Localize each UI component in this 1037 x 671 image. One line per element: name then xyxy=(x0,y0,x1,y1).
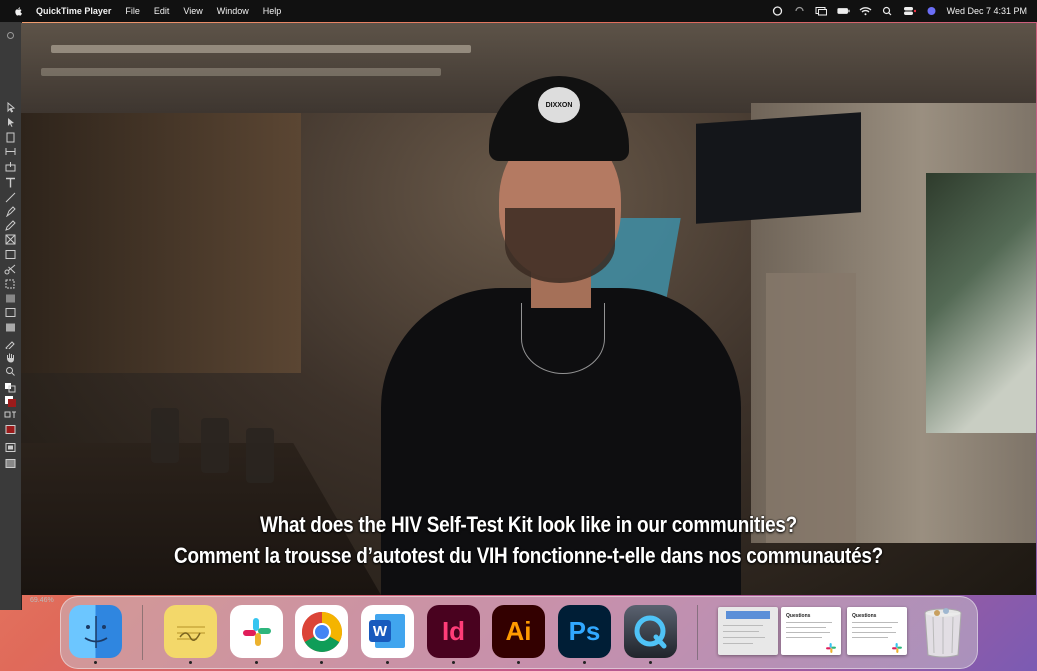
gap-tool-icon[interactable] xyxy=(4,146,17,157)
video-door xyxy=(766,273,856,543)
siri-icon[interactable] xyxy=(925,6,938,16)
screen-mirroring-icon[interactable] xyxy=(815,6,828,16)
running-indicator xyxy=(386,661,389,664)
indesign-icon[interactable]: Id xyxy=(427,605,480,658)
word-icon[interactable]: W xyxy=(361,605,414,658)
menu-app-name[interactable]: QuickTime Player xyxy=(36,6,111,16)
menu-bar: QuickTime Player File Edit View Window H… xyxy=(0,0,1037,22)
default-fill-stroke-icon[interactable] xyxy=(4,382,17,393)
video-chair xyxy=(246,428,274,483)
selection-tool-icon[interactable] xyxy=(4,102,17,113)
dock-separator xyxy=(697,605,698,660)
pen-tool-icon[interactable] xyxy=(4,206,17,217)
wifi-icon[interactable] xyxy=(859,6,872,16)
person-necklace xyxy=(521,303,605,374)
trash-icon[interactable] xyxy=(916,605,969,658)
document-title: Questions xyxy=(852,613,877,619)
apple-icon[interactable] xyxy=(12,5,24,17)
view-mode-icon[interactable] xyxy=(4,442,17,453)
video-wall-left xyxy=(21,113,301,373)
slack-badge-icon xyxy=(891,641,903,653)
sync-icon[interactable] xyxy=(793,6,806,16)
document-title: Questions xyxy=(786,613,811,619)
running-indicator xyxy=(649,661,652,664)
word-letter: W xyxy=(369,620,391,642)
menu-view[interactable]: View xyxy=(183,6,202,16)
menu-help[interactable]: Help xyxy=(263,6,282,16)
folder-tab xyxy=(726,611,770,619)
gradient-feather-tool-icon[interactable] xyxy=(4,307,17,318)
line-tool-icon[interactable] xyxy=(4,192,17,203)
menu-clock[interactable]: Wed Dec 7 4:31 PM xyxy=(947,6,1027,16)
running-indicator xyxy=(320,661,323,664)
hand-tool-icon[interactable] xyxy=(4,352,17,363)
fill-stroke-swatch-icon[interactable] xyxy=(4,396,17,407)
eyedropper-tool-icon[interactable] xyxy=(4,338,17,349)
menu-file[interactable]: File xyxy=(125,6,140,16)
zoom-level-readout: 69.46% xyxy=(30,597,54,604)
subtitle-line-english: What does the HIV Self-Test Kit look lik… xyxy=(260,512,797,537)
spotlight-search-icon[interactable] xyxy=(881,6,894,16)
zoom-tool-icon[interactable] xyxy=(4,366,17,377)
rectangle-tool-icon[interactable] xyxy=(4,249,17,260)
content-collector-icon[interactable] xyxy=(4,161,17,172)
subtitles: What does the HIV Self-Test Kit look lik… xyxy=(21,509,1036,571)
person-beard xyxy=(505,208,615,283)
running-indicator xyxy=(189,661,192,664)
page-tool-icon[interactable] xyxy=(4,132,17,143)
panel-gear-icon[interactable] xyxy=(4,30,17,41)
illustrator-letters: Ai xyxy=(505,616,532,646)
video-painting xyxy=(926,173,1036,433)
pencil-tool-icon[interactable] xyxy=(4,220,17,231)
control-center-icon[interactable] xyxy=(903,6,916,16)
photoshop-icon[interactable]: Ps xyxy=(558,605,611,658)
chrome-icon[interactable] xyxy=(295,605,348,658)
indesign-letters: Id xyxy=(441,616,466,646)
scissors-tool-icon[interactable] xyxy=(4,264,17,275)
dock-separator xyxy=(142,605,143,660)
running-indicator xyxy=(94,661,97,664)
menu-edit[interactable]: Edit xyxy=(154,6,170,16)
downloads-stack[interactable] xyxy=(718,607,778,655)
ceiling-light xyxy=(51,45,471,53)
type-tool-icon[interactable] xyxy=(4,177,17,188)
screen-mode-icon[interactable] xyxy=(4,458,17,469)
finder-icon[interactable] xyxy=(69,605,122,658)
cap-logo: DIXXON xyxy=(538,87,580,123)
apply-color-icon[interactable] xyxy=(4,424,17,435)
video-chair xyxy=(201,418,229,473)
rectangle-frame-tool-icon[interactable] xyxy=(4,234,17,245)
running-indicator xyxy=(517,661,520,664)
menu-window[interactable]: Window xyxy=(217,6,249,16)
running-indicator xyxy=(583,661,586,664)
direct-selection-tool-icon[interactable] xyxy=(4,117,17,128)
running-indicator xyxy=(255,661,258,664)
free-transform-tool-icon[interactable] xyxy=(4,278,17,289)
illustrator-icon[interactable]: Ai xyxy=(492,605,545,658)
gradient-swatch-tool-icon[interactable] xyxy=(4,293,17,304)
tools-panel xyxy=(0,22,22,610)
slack-badge-icon xyxy=(825,641,837,653)
slack-icon[interactable] xyxy=(230,605,283,658)
note-tool-icon[interactable] xyxy=(4,322,17,333)
recent-document[interactable]: Questions xyxy=(781,607,841,655)
formatting-container-icon[interactable] xyxy=(4,410,17,421)
stickies-icon[interactable] xyxy=(164,605,217,658)
recent-document[interactable]: Questions xyxy=(847,607,907,655)
creative-cloud-icon[interactable] xyxy=(771,6,784,16)
photoshop-letters: Ps xyxy=(568,616,601,646)
running-indicator xyxy=(452,661,455,664)
battery-icon[interactable] xyxy=(837,6,850,16)
subtitle-line-french: Comment la trousse d’autotest du VIH fon… xyxy=(174,543,883,568)
video-chair xyxy=(151,408,179,463)
quicktime-icon[interactable] xyxy=(624,605,677,658)
dock: W Id Ai Ps Questions Questions xyxy=(60,596,978,669)
